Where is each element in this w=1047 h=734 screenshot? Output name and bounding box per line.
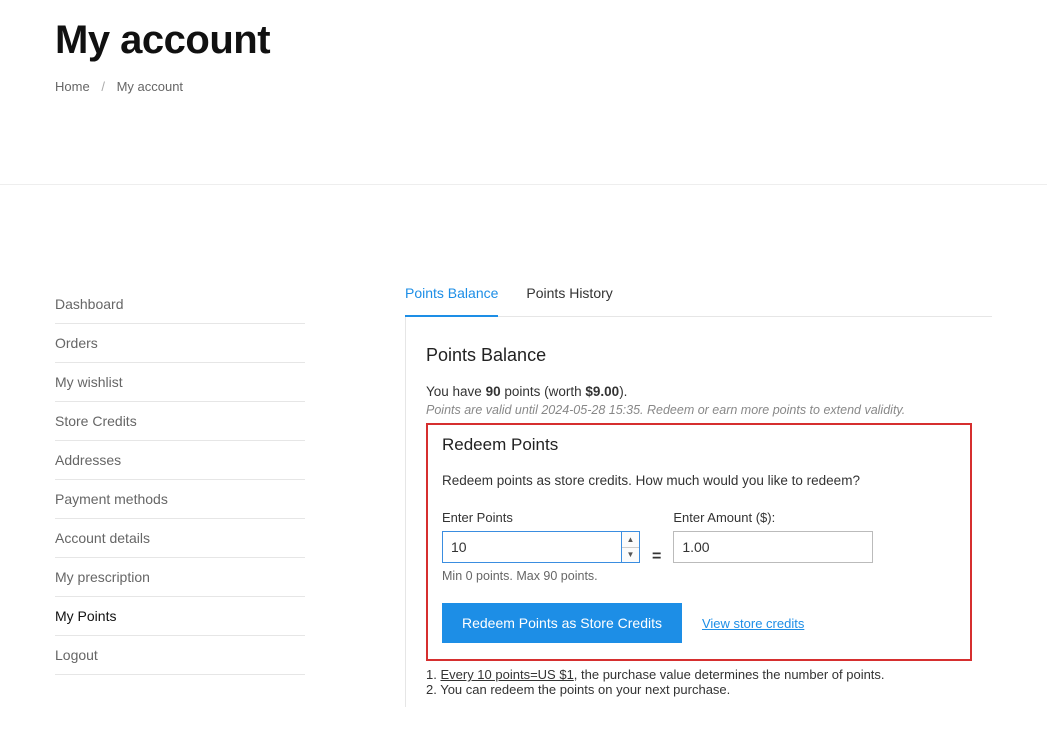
sidebar-item-my-wishlist[interactable]: My wishlist [55, 363, 305, 402]
view-store-credits-link[interactable]: View store credits [702, 616, 804, 631]
sidebar-item-account-details[interactable]: Account details [55, 519, 305, 558]
tabs: Points Balance Points History [405, 285, 992, 317]
redeem-box: Redeem Points Redeem points as store cre… [426, 423, 972, 661]
enter-amount-input[interactable] [673, 531, 873, 563]
header-divider [0, 184, 1047, 185]
spinner-down-icon[interactable]: ▼ [622, 548, 639, 563]
breadcrumb-home[interactable]: Home [55, 79, 90, 94]
tab-points-balance[interactable]: Points Balance [405, 285, 498, 317]
note-line-2: 2. You can redeem the points on your nex… [426, 682, 972, 697]
redeem-title: Redeem Points [442, 435, 956, 455]
breadcrumb-sep: / [101, 79, 105, 94]
sidebar-item-my-points[interactable]: My Points [55, 597, 305, 636]
account-sidebar: DashboardOrdersMy wishlistStore CreditsA… [55, 285, 305, 707]
sidebar-item-dashboard[interactable]: Dashboard [55, 285, 305, 324]
page-title: My account [55, 18, 992, 63]
redeem-button[interactable]: Redeem Points as Store Credits [442, 603, 682, 643]
breadcrumb: Home / My account [55, 79, 992, 94]
validity-text: Points are valid until 2024-05-28 15:35.… [426, 403, 972, 417]
enter-points-input[interactable] [442, 531, 622, 563]
redeem-desc: Redeem points as store credits. How much… [442, 473, 956, 488]
breadcrumb-current: My account [117, 79, 183, 94]
panel-heading: Points Balance [426, 345, 972, 366]
sidebar-item-my-prescription[interactable]: My prescription [55, 558, 305, 597]
spinner-up-icon[interactable]: ▲ [622, 532, 639, 548]
note-line-1: 1. Every 10 points=US $1, the purchase v… [426, 667, 972, 682]
sidebar-item-addresses[interactable]: Addresses [55, 441, 305, 480]
notes: 1. Every 10 points=US $1, the purchase v… [426, 667, 972, 697]
points-hint: Min 0 points. Max 90 points. [442, 569, 640, 583]
sidebar-item-logout[interactable]: Logout [55, 636, 305, 675]
main-panel: Enter the points you want to redeem as s… [405, 285, 992, 707]
enter-amount-label: Enter Amount ($): [673, 510, 873, 525]
tab-points-history[interactable]: Points History [526, 285, 612, 316]
balance-summary: You have 90 points (worth $9.00). [426, 384, 972, 399]
points-spinner: ▲ ▼ [622, 531, 640, 563]
sidebar-item-store-credits[interactable]: Store Credits [55, 402, 305, 441]
sidebar-item-orders[interactable]: Orders [55, 324, 305, 363]
sidebar-item-payment-methods[interactable]: Payment methods [55, 480, 305, 519]
equals-sign: = [652, 548, 661, 566]
enter-points-label: Enter Points [442, 510, 640, 525]
